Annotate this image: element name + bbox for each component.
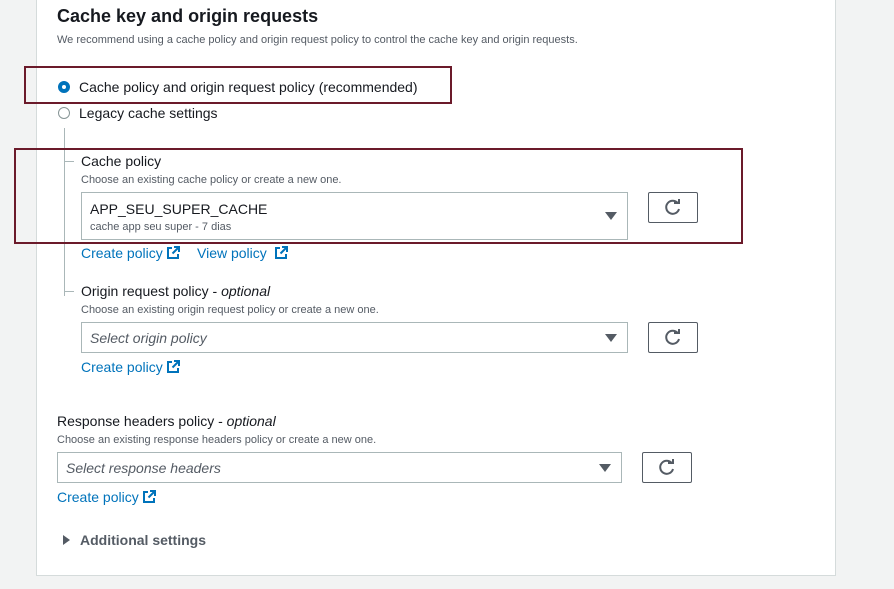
response-headers-policy-description: Choose an existing response headers poli… xyxy=(57,434,377,446)
refresh-icon xyxy=(665,329,680,345)
response-headers-policy-select[interactable]: Select response headers xyxy=(57,452,622,483)
origin-request-policy-label: Origin request policy - optional xyxy=(81,283,270,299)
response-headers-create-link[interactable]: Create policy xyxy=(57,489,139,505)
cache-policy-description: Choose an existing cache policy or creat… xyxy=(81,174,342,186)
cache-policy-label: Cache policy xyxy=(81,153,162,169)
refresh-icon xyxy=(659,459,674,475)
expand-caret-icon[interactable] xyxy=(63,535,70,545)
optional-tag: optional xyxy=(226,413,276,429)
origin-policy-placeholder: Select origin policy xyxy=(90,330,207,346)
cache-policy-select[interactable]: APP_SEU_SUPER_CACHE cache app seu super … xyxy=(81,192,628,240)
cache-policy-selected-description: cache app seu super - 7 dias xyxy=(90,221,232,233)
optional-tag: optional xyxy=(221,283,271,299)
view-policy-link-text[interactable]: View policy xyxy=(197,245,267,261)
create-policy-link-text[interactable]: Create policy xyxy=(81,245,163,261)
caret-down-icon xyxy=(599,464,611,472)
origin-request-policy-select[interactable]: Select origin policy xyxy=(81,322,628,353)
caret-down-icon xyxy=(605,212,617,220)
cache-policy-selected-value: APP_SEU_SUPER_CACHE xyxy=(90,201,268,217)
section-title: Cache key and origin requests xyxy=(57,6,319,26)
cache-policy-refresh-button[interactable] xyxy=(648,192,698,223)
radio-legacy[interactable] xyxy=(58,107,70,119)
response-headers-placeholder: Select response headers xyxy=(66,460,221,476)
external-link-icon[interactable] xyxy=(166,246,180,260)
origin-request-policy-label-text: Origin request policy - xyxy=(81,283,222,299)
create-policy-link-text[interactable]: Create policy xyxy=(81,359,163,375)
caret-down-icon xyxy=(605,334,617,342)
section-description: We recommend using a cache policy and or… xyxy=(57,34,578,46)
radio-recommended-label[interactable]: Cache policy and origin request policy (… xyxy=(79,79,418,95)
create-policy-link-text[interactable]: Create policy xyxy=(57,489,139,505)
origin-request-policy-description: Choose an existing origin request policy… xyxy=(81,304,379,316)
response-headers-policy-label: Response headers policy - optional xyxy=(57,413,276,429)
radio-legacy-label[interactable]: Legacy cache settings xyxy=(79,105,218,121)
origin-policy-create-link[interactable]: Create policy xyxy=(81,359,163,375)
additional-settings-toggle[interactable]: Additional settings xyxy=(80,532,206,548)
tree-branch xyxy=(64,291,74,292)
cache-policy-view-link[interactable]: View policy xyxy=(197,245,267,261)
cache-policy-create-link[interactable]: Create policy xyxy=(81,245,163,261)
response-headers-refresh-button[interactable] xyxy=(642,452,692,483)
response-headers-policy-label-text: Response headers policy - xyxy=(57,413,227,429)
origin-policy-refresh-button[interactable] xyxy=(648,322,698,353)
refresh-icon xyxy=(665,199,680,215)
radio-recommended[interactable] xyxy=(58,81,70,93)
external-link-icon[interactable] xyxy=(166,360,180,374)
external-link-icon[interactable] xyxy=(274,246,288,260)
external-link-icon[interactable] xyxy=(142,490,156,504)
